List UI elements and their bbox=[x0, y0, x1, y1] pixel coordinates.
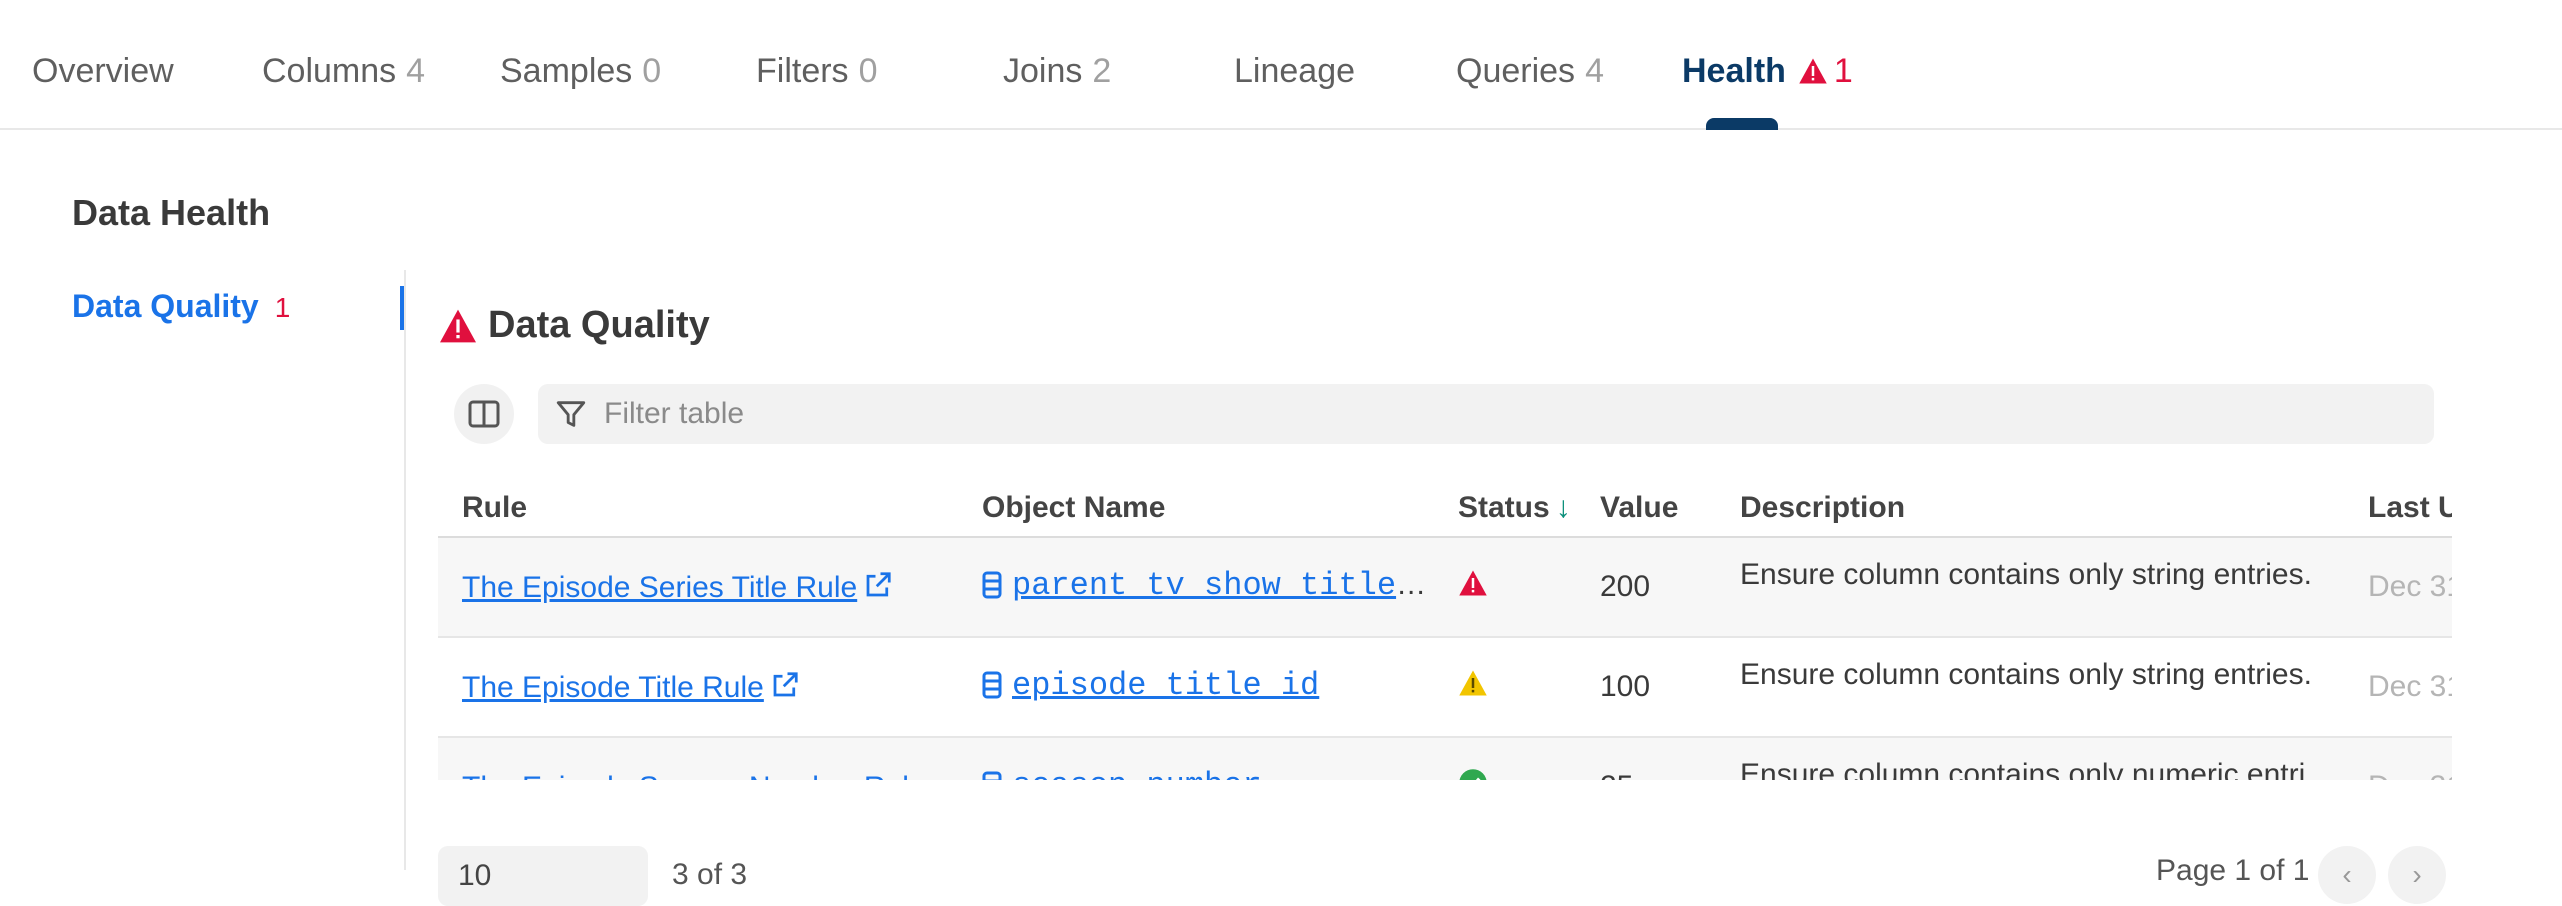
tab-label: Lineage bbox=[1234, 52, 1356, 90]
object-cell: episode_title_id bbox=[958, 637, 1434, 738]
rule-name: The Episode Season Number Rule bbox=[462, 771, 956, 781]
sidenav-item-label: Data Quality bbox=[72, 288, 259, 324]
sort-descending-icon: ↓ bbox=[1555, 491, 1571, 524]
prev-page-button[interactable]: ‹ bbox=[2318, 846, 2376, 904]
header-object-name[interactable]: Object Name bbox=[958, 480, 1434, 538]
object-link[interactable]: parent_tv_show_title_id bbox=[1012, 567, 1434, 604]
tab-label: Overview bbox=[32, 52, 174, 90]
rule-cell: The Episode Title Rule bbox=[438, 637, 958, 738]
object-cell: season_number bbox=[958, 737, 1434, 780]
columns-toggle-button[interactable] bbox=[454, 384, 514, 444]
last-updated-cell: Dec 31 bbox=[2344, 637, 2452, 738]
column-icon bbox=[982, 671, 1002, 707]
row-count: 3 of 3 bbox=[672, 858, 748, 891]
description-cell: Ensure column contains only string entri… bbox=[1716, 637, 2344, 738]
tab-samples[interactable]: Samples 0 bbox=[500, 52, 661, 91]
filter-icon bbox=[556, 401, 586, 427]
filter-table-input[interactable] bbox=[602, 396, 2306, 432]
status-cell bbox=[1434, 637, 1576, 738]
tab-count: 0 bbox=[858, 52, 878, 90]
page-size-select[interactable]: 10 bbox=[438, 846, 648, 906]
table-row: The Episode Series Title Rule parent_tv_… bbox=[438, 537, 2452, 638]
tab-label: Columns bbox=[262, 52, 397, 90]
warning-triangle-icon bbox=[1459, 570, 1487, 596]
tab-count: 4 bbox=[1585, 52, 1604, 90]
status-cell bbox=[1434, 537, 1576, 638]
status-cell bbox=[1434, 737, 1576, 780]
section-title-text: Data Quality bbox=[488, 304, 710, 346]
rule-name: The Episode Title Rule bbox=[462, 670, 764, 704]
last-updated-cell: Dec 31 bbox=[2344, 537, 2452, 638]
table-row: The Episode Title Rule episode_title_id … bbox=[438, 637, 2452, 738]
value-cell: 100 bbox=[1576, 637, 1716, 738]
tab-count: 1 bbox=[1833, 52, 1853, 90]
tab-count: 0 bbox=[642, 52, 662, 90]
object-cell: parent_tv_show_title_id bbox=[958, 537, 1434, 638]
table-row: The Episode Season Number Rule season_nu… bbox=[438, 737, 2452, 780]
filter-table-box[interactable] bbox=[538, 384, 2434, 444]
tab-joins[interactable]: Joins 2 bbox=[1003, 52, 1111, 91]
rule-link[interactable]: The Episode Series Title Rule bbox=[462, 571, 893, 604]
header-description[interactable]: Description bbox=[1716, 480, 2344, 538]
rule-cell: The Episode Series Title Rule bbox=[438, 537, 958, 638]
tab-filters[interactable]: Filters 0 bbox=[756, 52, 877, 91]
warning-triangle-icon bbox=[1459, 670, 1487, 696]
data-quality-table: Rule Object Name Status ↓ Value Descripti… bbox=[438, 480, 2452, 780]
rule-name: The Episode Series Title Rule bbox=[462, 570, 858, 604]
sidenav-item-badge: 1 bbox=[274, 292, 291, 323]
value-cell: 200 bbox=[1576, 537, 1716, 638]
rule-link[interactable]: The Episode Season Number Rule bbox=[462, 771, 958, 781]
description-cell: Ensure column contains only string entri… bbox=[1716, 537, 2344, 638]
header-rule[interactable]: Rule bbox=[438, 480, 958, 538]
columns-toggle-icon bbox=[468, 400, 500, 428]
column-icon bbox=[982, 571, 1002, 607]
tab-label: Health bbox=[1682, 52, 1786, 90]
header-last-updated[interactable]: Last U bbox=[2344, 480, 2452, 538]
tab-queries[interactable]: Queries 4 bbox=[1456, 52, 1604, 91]
tab-count: 2 bbox=[1092, 52, 1112, 90]
column-icon bbox=[982, 771, 1002, 780]
rule-cell: The Episode Season Number Rule bbox=[438, 737, 958, 780]
page-title: Data Health bbox=[72, 192, 271, 233]
tab-label: Samples bbox=[500, 52, 633, 90]
warning-triangle-icon bbox=[440, 309, 476, 342]
tab-count: 4 bbox=[406, 52, 426, 90]
tab-label: Joins bbox=[1003, 52, 1083, 90]
external-link-icon bbox=[866, 571, 891, 596]
rule-link[interactable]: The Episode Title Rule bbox=[462, 671, 800, 704]
tab-health[interactable]: Health 1 bbox=[1682, 52, 1853, 94]
tab-columns[interactable]: Columns 4 bbox=[262, 52, 425, 91]
sidenav-item-data-quality[interactable]: Data Quality 1 bbox=[72, 288, 290, 325]
check-circle-icon bbox=[1459, 769, 1487, 780]
header-status-label: Status bbox=[1458, 491, 1550, 524]
active-tab-indicator bbox=[1706, 118, 1778, 130]
external-link-icon bbox=[773, 671, 798, 696]
page-indicator: Page 1 of 1 bbox=[2156, 854, 2310, 887]
section-title: Data Quality bbox=[438, 304, 710, 347]
tab-overview[interactable]: Overview bbox=[32, 52, 174, 91]
tab-bar: Overview Columns 4 Samples 0 Filters 0 Join… bbox=[0, 0, 2562, 130]
tab-lineage[interactable]: Lineage bbox=[1234, 52, 1355, 91]
value-cell: 25 bbox=[1576, 737, 1716, 780]
object-link[interactable]: episode_title_id bbox=[1012, 667, 1319, 704]
vertical-divider bbox=[404, 270, 406, 870]
table-header-row: Rule Object Name Status ↓ Value Descripti… bbox=[438, 480, 2452, 538]
tab-label: Filters bbox=[756, 52, 849, 90]
object-link[interactable]: season_number bbox=[1012, 767, 1262, 780]
header-status[interactable]: Status ↓ bbox=[1434, 480, 1576, 538]
description-cell: Ensure column contains only numeric entr… bbox=[1716, 737, 2344, 780]
warning-triangle-icon bbox=[1798, 55, 1828, 94]
tab-label: Queries bbox=[1456, 52, 1576, 90]
last-updated-cell: Dec 31 bbox=[2344, 737, 2452, 780]
header-value[interactable]: Value bbox=[1576, 480, 1716, 538]
next-page-button[interactable]: › bbox=[2388, 846, 2446, 904]
